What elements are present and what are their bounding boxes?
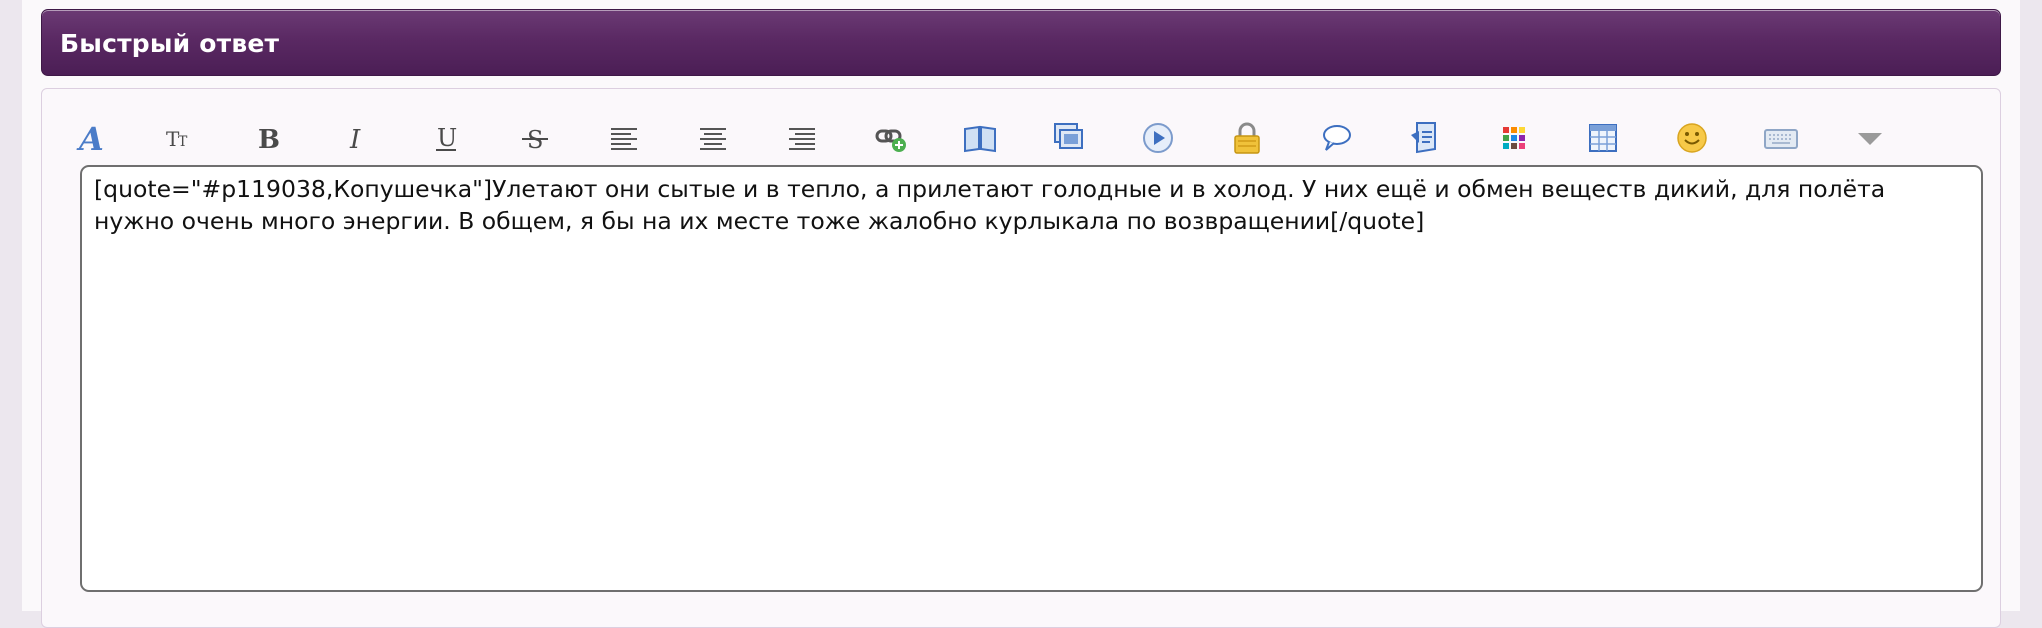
svg-text:U: U (437, 124, 457, 152)
italic-button[interactable]: I (331, 112, 383, 164)
align-left-button[interactable] (598, 112, 650, 164)
align-center-button[interactable] (687, 112, 739, 164)
video-button[interactable] (1132, 112, 1184, 164)
link-icon (874, 121, 908, 155)
align-right-icon (785, 121, 819, 155)
font-size-button[interactable]: T T (153, 112, 205, 164)
align-right-button[interactable] (776, 112, 828, 164)
table-icon (1586, 121, 1620, 155)
bold-button[interactable]: B (242, 112, 294, 164)
underline-button[interactable]: U (420, 112, 472, 164)
message-textarea[interactable]: [quote="#p119038,Копушечка"]Улетают они … (80, 165, 1983, 592)
image-button[interactable] (1043, 112, 1095, 164)
strikethrough-button[interactable]: S (509, 112, 561, 164)
lock-icon (1230, 120, 1264, 156)
editor-toolbar: A T T B I U S (60, 112, 1920, 164)
play-icon (1141, 121, 1175, 155)
svg-text:T: T (178, 134, 188, 150)
hide-button[interactable] (1221, 112, 1273, 164)
link-button[interactable] (865, 112, 917, 164)
svg-text:I: I (349, 125, 361, 155)
italic-icon: I (340, 121, 374, 155)
more-button[interactable] (1844, 112, 1896, 164)
speech-bubble-icon (1319, 121, 1353, 155)
font-color-button[interactable]: A (64, 112, 116, 164)
color-grid-icon (1497, 121, 1531, 155)
font-color-icon: A (73, 121, 107, 155)
strikethrough-icon: S (518, 121, 552, 155)
image-icon (1052, 121, 1086, 155)
quote-button[interactable] (1310, 112, 1362, 164)
svg-text:A: A (76, 121, 104, 155)
smiley-button[interactable] (1666, 112, 1718, 164)
code-icon (1408, 120, 1442, 156)
smiley-icon (1675, 121, 1709, 155)
bold-icon: B (251, 121, 285, 155)
quick-reply-header: Быстрый ответ (41, 9, 2001, 76)
color-palette-button[interactable] (1488, 112, 1540, 164)
align-left-icon (607, 121, 641, 155)
svg-text:B: B (258, 125, 280, 155)
keyboard-button[interactable] (1755, 112, 1807, 164)
quick-reply-title: Быстрый ответ (60, 29, 280, 58)
book-button[interactable] (954, 112, 1006, 164)
font-size-icon: T T (162, 121, 196, 155)
underline-icon: U (429, 121, 463, 155)
align-center-icon (696, 121, 730, 155)
table-button[interactable] (1577, 112, 1629, 164)
triangle-down-icon (1853, 121, 1887, 155)
code-button[interactable] (1399, 112, 1451, 164)
book-icon (962, 121, 998, 155)
keyboard-icon (1763, 121, 1799, 155)
